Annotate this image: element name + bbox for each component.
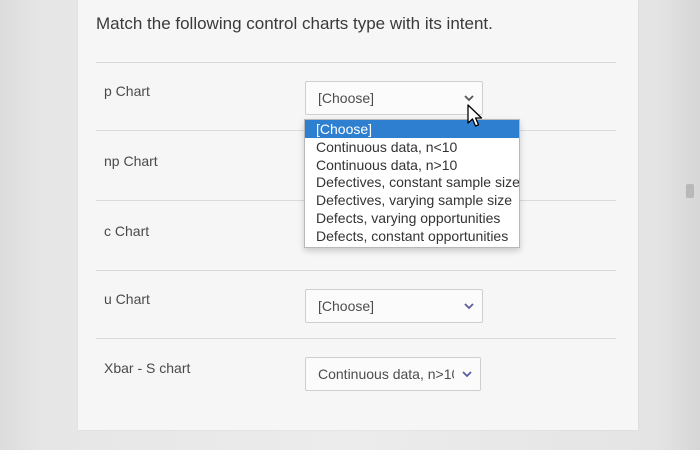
dropdown-option[interactable]: Continuous data, n>10 bbox=[305, 156, 519, 174]
mouse-pointer-icon bbox=[467, 104, 483, 127]
dropdown-option[interactable]: Defects, constant opportunities bbox=[305, 227, 519, 245]
select-xbar-s-chart[interactable]: Continuous data, n>10 bbox=[305, 357, 481, 391]
dropdown-option[interactable]: Defectives, varying sample size bbox=[305, 191, 519, 209]
select-p-chart[interactable]: [Choose] bbox=[305, 81, 483, 115]
scrollbar-marker bbox=[686, 184, 694, 198]
dropdown-option[interactable]: Defectives, constant sample size bbox=[305, 173, 519, 191]
chevron-down-icon bbox=[464, 95, 474, 102]
dropdown-list: [Choose] Continuous data, n<10 Continuou… bbox=[304, 119, 520, 248]
select-value: [Choose] bbox=[318, 90, 375, 106]
row-label-u-chart: u Chart bbox=[104, 291, 150, 307]
divider bbox=[96, 270, 616, 271]
row-label-xbar-s-chart: Xbar - S chart bbox=[104, 360, 191, 376]
select-value: Continuous data, n>10 bbox=[318, 366, 454, 382]
dropdown-option[interactable]: Defects, varying opportunities bbox=[305, 209, 519, 227]
select-value: [Choose] bbox=[318, 298, 375, 314]
row-label-p-chart: p Chart bbox=[104, 83, 150, 99]
divider bbox=[96, 62, 616, 63]
row-label-c-chart: c Chart bbox=[104, 223, 150, 239]
divider bbox=[96, 338, 616, 339]
chevron-down-icon bbox=[464, 303, 474, 310]
row-label-np-chart: np Chart bbox=[104, 153, 158, 169]
dropdown-option[interactable]: [Choose] bbox=[305, 120, 519, 138]
dropdown-option[interactable]: Continuous data, n<10 bbox=[305, 138, 519, 156]
chevron-down-icon bbox=[462, 371, 472, 378]
question-text: Match the following control charts type … bbox=[96, 14, 493, 33]
select-u-chart[interactable]: [Choose] bbox=[305, 289, 483, 323]
